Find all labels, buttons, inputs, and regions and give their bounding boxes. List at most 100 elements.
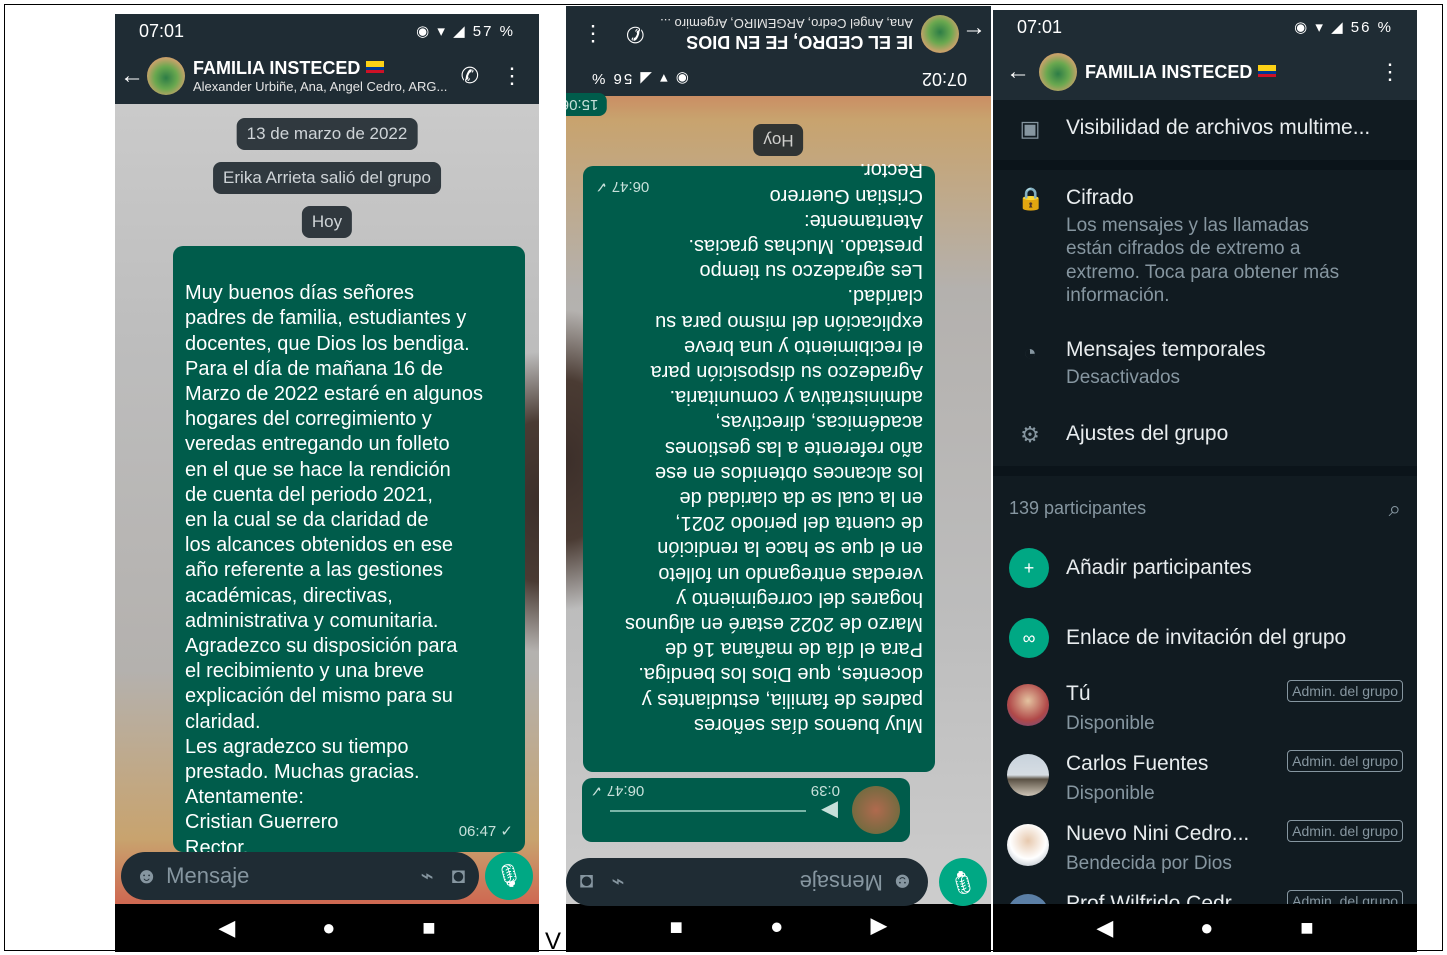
colombia-flag-icon [366, 61, 385, 73]
participant-row[interactable]: Prof Wilfrido Cedr... Admin. del grupo [993, 888, 1417, 904]
admin-badge: Admin. del grupo [1287, 820, 1403, 842]
nav-back-icon[interactable]: ◀ [1096, 915, 1113, 941]
voice-time: 06:47 ✓ [590, 782, 645, 799]
more-options-icon[interactable]: ⋮ [1379, 59, 1401, 85]
media-visibility-label: Visibilidad de archivos multime... [1066, 116, 1371, 139]
section-divider [993, 160, 1417, 170]
back-arrow-icon[interactable]: ← [1003, 58, 1033, 86]
group-settings-label: Ajustes del grupo [1066, 422, 1229, 445]
info-header-titles: FAMILIA INSTECED [1085, 62, 1369, 83]
emoji-icon[interactable]: ☻ [891, 869, 914, 895]
group-info-screen: 07:01 ◉ ▾ ◢ 56 % ← FAMILIA INSTECED ⋮ ▣ … [993, 10, 1417, 952]
battery-level: 57 % [472, 23, 515, 40]
lock-icon: 🔒 [1017, 186, 1045, 211]
voice-waveform[interactable] [610, 810, 806, 812]
timer-icon: ◔ [1023, 340, 1037, 365]
mic-button[interactable]: 🎙 [485, 852, 533, 900]
battery-level: 56 % [1350, 19, 1393, 36]
group-avatar[interactable] [147, 57, 185, 95]
back-arrow-icon[interactable]: ← [117, 62, 147, 90]
nav-home-icon[interactable]: ● [1200, 915, 1213, 941]
participant-avatar [1007, 754, 1049, 796]
participant-name: Carlos Fuentes [1066, 752, 1209, 775]
add-participants-label: Añadir participantes [1066, 556, 1252, 579]
play-icon[interactable]: ▶ [821, 798, 838, 824]
nav-back-icon[interactable]: ◀ [218, 915, 235, 941]
message-input[interactable]: Mensaje [166, 863, 420, 889]
message-text: Muy buenos días señores padres de famili… [625, 159, 923, 736]
nav-home-icon[interactable]: ● [322, 915, 335, 941]
message-text: Muy buenos días señores padres de famili… [185, 282, 483, 859]
header-actions: ✆ ⋮ [451, 63, 539, 89]
search-icon[interactable]: ⌕ [1389, 496, 1401, 522]
gear-icon: ⚙ [1020, 422, 1040, 447]
invite-link-label: Enlace de invitación del grupo [1066, 626, 1347, 649]
participant-name: Tú [1066, 682, 1091, 705]
info-app-bar: ← FAMILIA INSTECED ⋮ [993, 44, 1417, 100]
colombia-flag-icon [1258, 64, 1277, 77]
more-options-icon[interactable]: ⋮ [501, 63, 523, 89]
message-input[interactable]: Mensaje [625, 869, 883, 895]
participant-status: Bendecida por Dios [1066, 853, 1232, 874]
header-actions: ⋮ [1369, 59, 1417, 85]
encryption-row[interactable]: 🔒 Cifrado Los mensajes y las llamadas es… [993, 170, 1417, 320]
participant-name: Prof Wilfrido Cedr... [1066, 892, 1249, 904]
invite-link-row[interactable]: ∞ Enlace de invitación del grupo [993, 614, 1417, 672]
participants-header: 139 participantes ⌕ [993, 488, 1417, 528]
message-bubble[interactable]: Muy buenos días señores padres de famili… [173, 246, 525, 859]
attach-icon[interactable]: ⌁ [611, 869, 624, 895]
nav-bar: ◀ ● ■ [115, 904, 539, 952]
group-title: FAMILIA INSTECED [1085, 62, 1369, 83]
message-input-bar[interactable]: ☻ Mensaje ⌁ ◘ [566, 858, 928, 906]
media-visibility-row[interactable]: ▣ Visibilidad de archivos multime... [993, 102, 1417, 158]
participant-avatar [1007, 684, 1049, 726]
emoji-icon[interactable]: ☻ [135, 863, 158, 889]
message-input-bar[interactable]: ☻ Mensaje ⌁ ◘ [121, 852, 479, 900]
chat-screen-1: 07:01 ◉ ▾ ◢ 57 % ← FAMILIA INSTECED Alex… [115, 14, 539, 952]
group-members: Alexander Urbiñe, Ana, Angel Cedro, ARG.… [193, 79, 448, 94]
message-time: 06:47 ✓ [595, 178, 650, 196]
group-avatar[interactable] [1039, 53, 1077, 91]
chat-app-bar: ← FAMILIA INSTECED Alexander Urbiñe, Ana… [115, 48, 539, 104]
participant-row[interactable]: Carlos Fuentes Disponible Admin. del gru… [993, 748, 1417, 812]
camera-icon[interactable]: ◘ [580, 869, 593, 895]
voice-message-bubble[interactable]: ▶ 0:39 06:47 ✓ [582, 778, 910, 842]
today-chip: Hoy [753, 124, 804, 156]
voice-duration: 0:39 [810, 782, 840, 799]
message-bubble[interactable]: Muy buenos días señores padres de famili… [583, 159, 935, 772]
group-title-text: FAMILIA INSTECED [193, 58, 361, 78]
participant-status: Disponible [1066, 713, 1155, 734]
add-call-icon[interactable]: ✆ [461, 63, 479, 89]
nav-bar: ◀ ● ■ [993, 904, 1417, 952]
status-bar: 07:01 ◉ ▾ ◢ 56 % [993, 10, 1417, 44]
system-message: Erika Arrieta salió del grupo [213, 162, 441, 194]
status-time: 07:01 [1017, 16, 1063, 37]
status-bar: 07:01 ◉ ▾ ◢ 57 % [115, 14, 539, 48]
camera-icon[interactable]: ◘ [452, 863, 465, 889]
admin-badge: Admin. del grupo [1287, 680, 1403, 702]
temporary-messages-status: Desactivados [1066, 367, 1181, 388]
participant-row[interactable]: Tú Disponible Admin. del grupo [993, 678, 1417, 742]
mic-button[interactable]: 🎙 [939, 858, 987, 906]
status-icons: ◉ ▾ ◢ 56 % [1294, 19, 1393, 36]
nav-recents-icon[interactable]: ■ [1300, 915, 1313, 941]
group-settings-row[interactable]: ⚙ Ajustes del grupo [993, 414, 1417, 464]
chat-header-titles[interactable]: FAMILIA INSTECED Alexander Urbiñe, Ana, … [193, 58, 451, 94]
admin-badge: Admin. del grupo [1287, 890, 1403, 904]
participants-count: 139 participantes [1009, 498, 1147, 518]
message-time: 06:47 ✓ [458, 822, 513, 840]
nav-recents-icon[interactable]: ■ [422, 915, 435, 941]
encryption-description: Los mensajes y las llamadas están cifrad… [1066, 215, 1340, 307]
group-title-text: FAMILIA INSTECED [1085, 61, 1253, 82]
participant-avatar [1007, 894, 1049, 904]
participant-status: Disponible [1066, 783, 1155, 804]
date-chip: 13 de marzo de 2022 [236, 118, 418, 150]
attach-icon[interactable]: ⌁ [420, 863, 433, 889]
temporary-messages-row[interactable]: ◔ Mensajes temporales Desactivados [993, 328, 1417, 398]
v-mark: V [545, 928, 562, 955]
participant-row[interactable]: Nuevo Nini Cedro... Bendecida por Dios A… [993, 818, 1417, 882]
section-divider [993, 466, 1417, 476]
add-participants-row[interactable]: + Añadir participantes [993, 544, 1417, 602]
today-chip: Hoy [301, 206, 353, 238]
group-title: FAMILIA INSTECED [193, 58, 451, 79]
